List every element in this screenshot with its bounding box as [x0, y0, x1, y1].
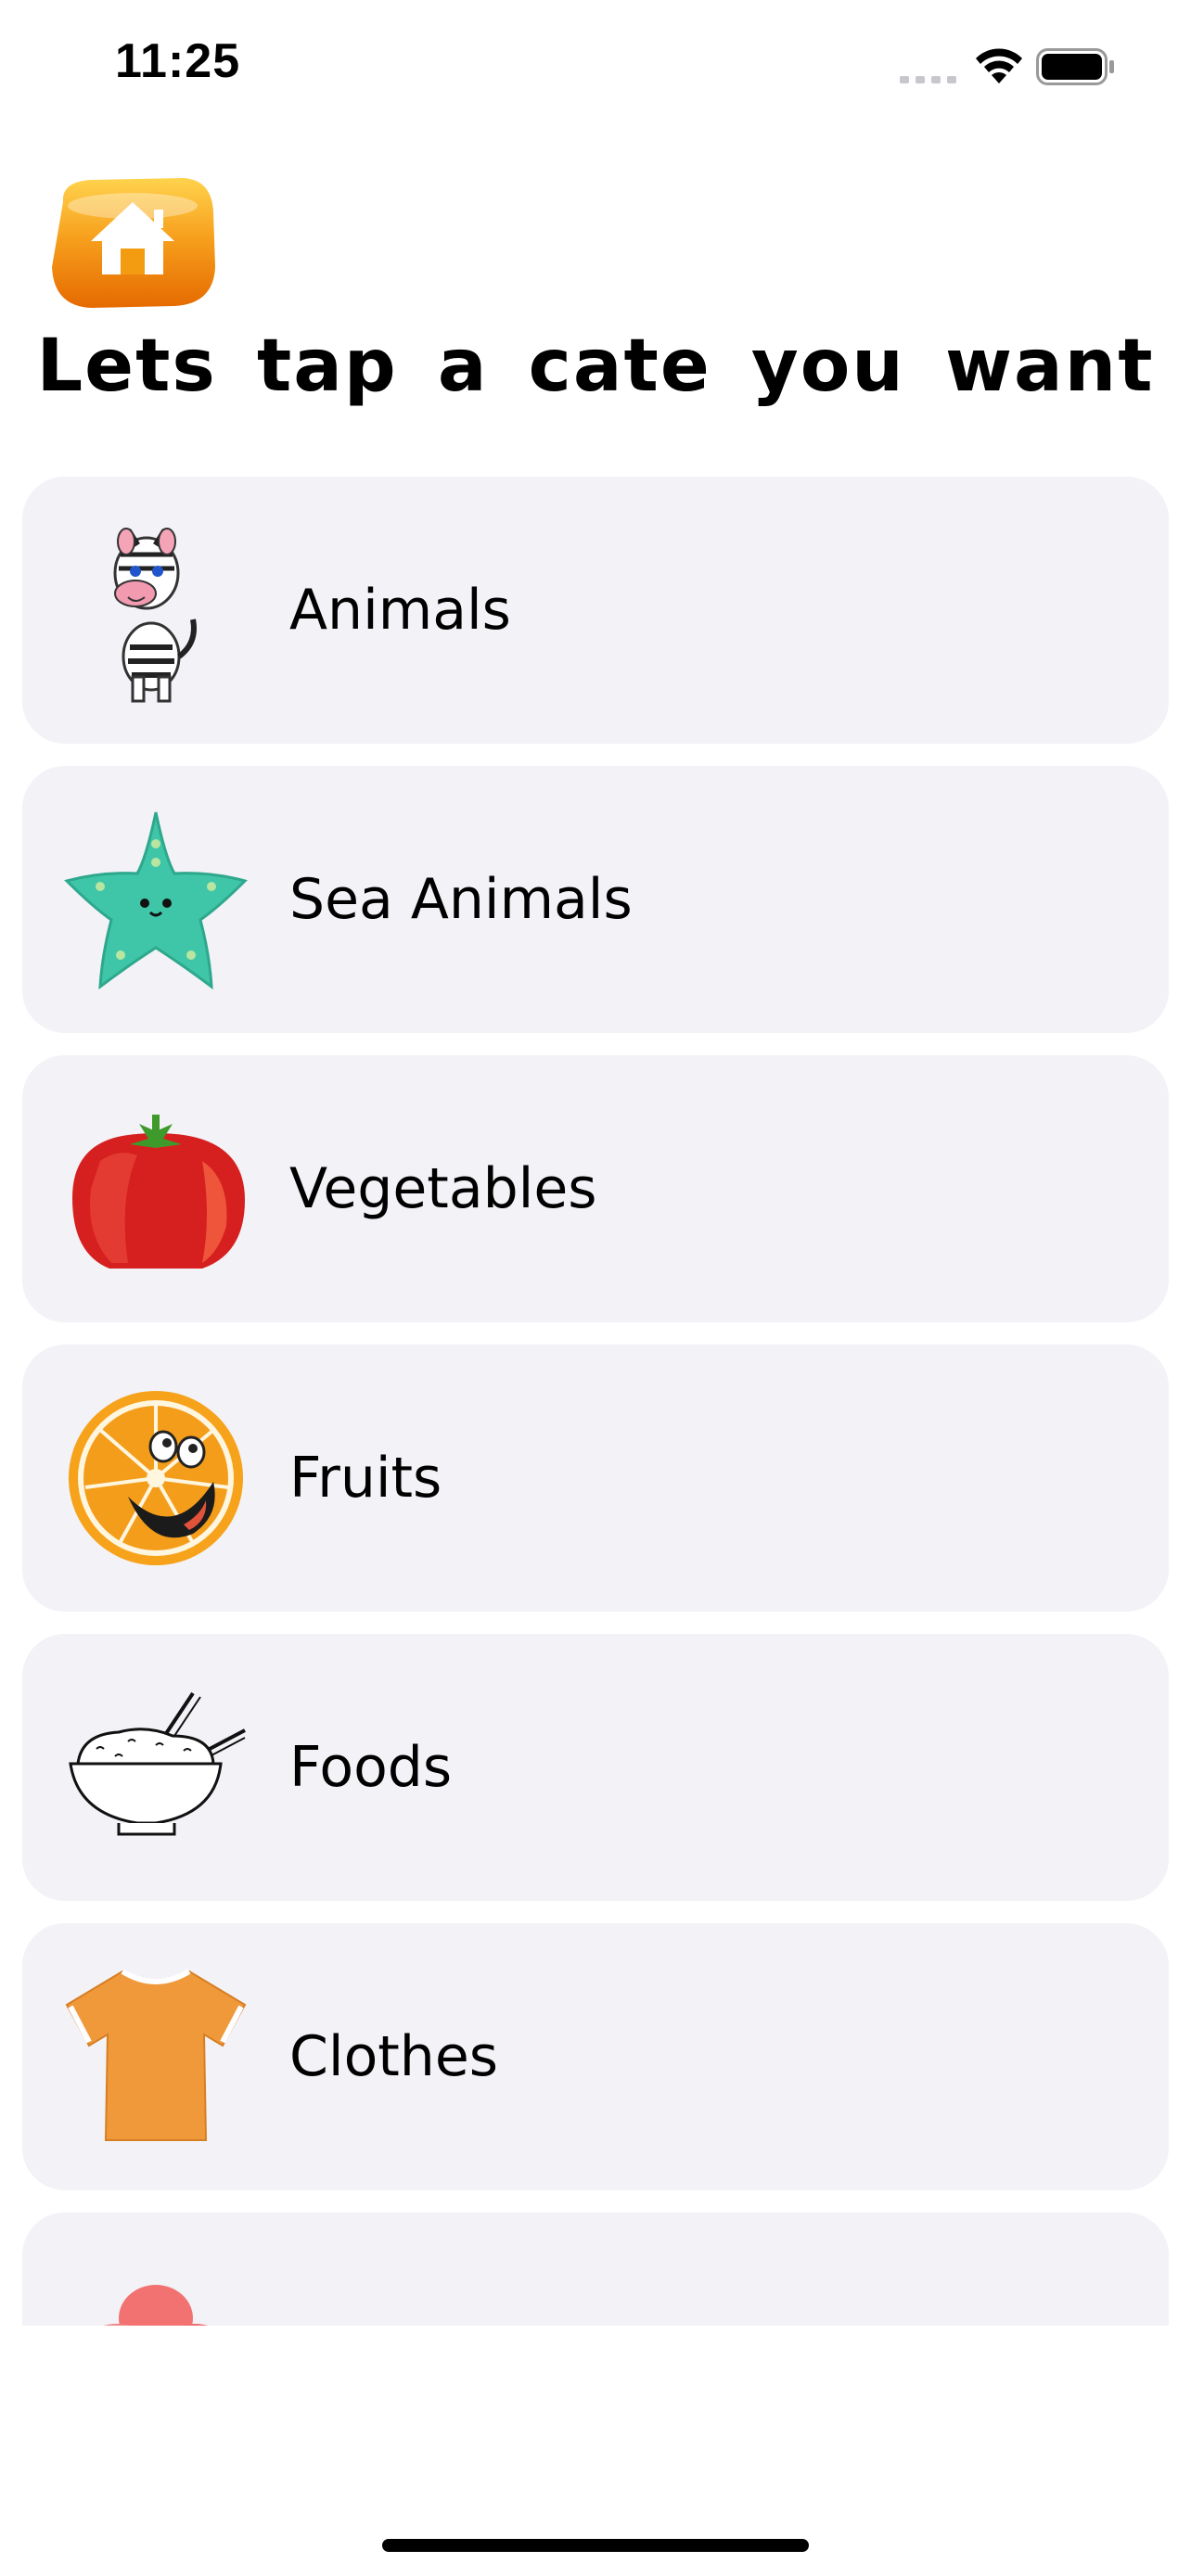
- category-label: Clothes: [289, 2024, 498, 2089]
- category-label: Sea Animals: [289, 867, 633, 932]
- category-item-clothes[interactable]: Clothes: [22, 1923, 1169, 2190]
- tshirt-icon: [65, 1969, 247, 2141]
- zebra-icon: [113, 528, 197, 703]
- category-label: Vegetables: [289, 1156, 597, 1221]
- category-item-sea-animals[interactable]: Sea Animals: [22, 766, 1169, 1033]
- status-time: 11:25: [115, 34, 241, 88]
- home-indicator[interactable]: [382, 2539, 809, 2552]
- flower-icon: [103, 2285, 209, 2326]
- house-icon: [52, 178, 215, 308]
- category-item-fruits[interactable]: Fruits: [22, 1345, 1169, 1612]
- category-label: Fruits: [289, 1446, 442, 1511]
- cellular-signal-icon: [900, 76, 956, 83]
- category-item-flowers[interactable]: [22, 2213, 1169, 2326]
- category-item-animals[interactable]: Animals: [22, 477, 1169, 744]
- status-bar: 11:25: [0, 0, 1191, 139]
- category-item-foods[interactable]: Foods: [22, 1634, 1169, 1901]
- category-label: Foods: [289, 1735, 453, 1800]
- category-item-vegetables[interactable]: Vegetables: [22, 1055, 1169, 1322]
- category-list[interactable]: Animals Sea Animals Vegetables Fruits Fo…: [0, 473, 1191, 2326]
- home-button[interactable]: [45, 174, 221, 312]
- battery-icon: [1036, 48, 1114, 85]
- category-label: Animals: [289, 578, 511, 643]
- page-title: Lets tap a cate you want: [36, 325, 1155, 408]
- orange-icon: [69, 1391, 243, 1565]
- tomato-icon: [72, 1115, 245, 1269]
- wifi-icon: [976, 48, 1022, 83]
- starfish-icon: [64, 811, 248, 990]
- rice-bowl-icon: [69, 1691, 246, 1836]
